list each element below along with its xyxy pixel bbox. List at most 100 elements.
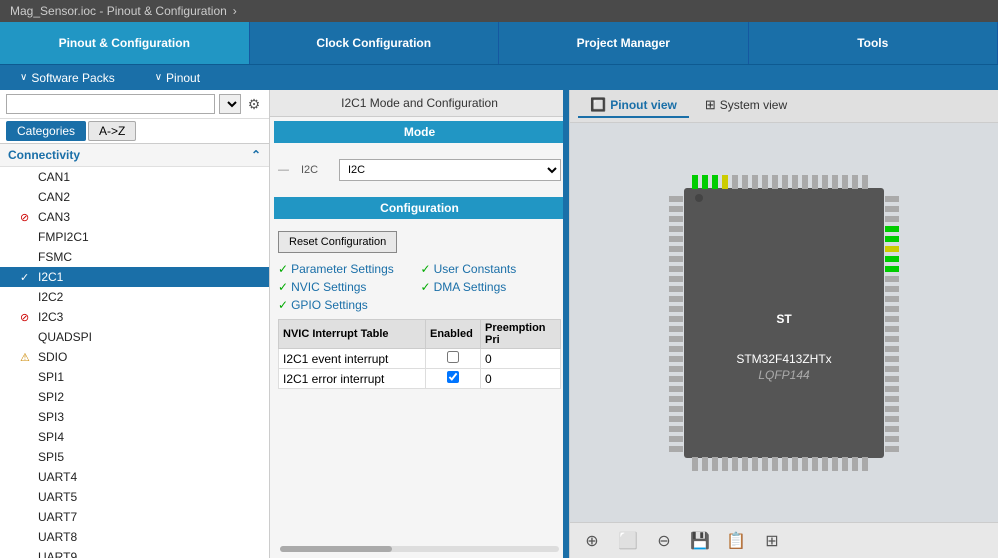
search-dropdown[interactable] [219, 94, 241, 114]
pinout-view-icon: 🔲 [590, 97, 606, 113]
sidebar-item-sdio[interactable]: ⚠SDIO [0, 347, 269, 367]
reset-config-button[interactable]: Reset Configuration [278, 231, 397, 253]
sidebar-item-uart8[interactable]: UART8 [0, 527, 269, 547]
sidebar-item-label: QUADSPI [38, 330, 92, 344]
sidebar-list: CAN1CAN2⊘CAN3FMPI2C1FSMC✓I2C1I2C2⊘I2C3QU… [0, 167, 269, 558]
sidebar-item-label: SPI4 [38, 430, 64, 444]
pinout-nav[interactable]: ∨ Pinout [135, 69, 220, 87]
check-circle-icon: ✓ [421, 262, 431, 276]
sidebar-item-label: I2C3 [38, 310, 63, 324]
sidebar-item-spi2[interactable]: SPI2 [0, 387, 269, 407]
tab-a-z[interactable]: A->Z [88, 121, 136, 141]
sidebar: ⚙ Categories A->Z Connectivity ⌃ CAN1CAN… [0, 90, 270, 558]
no-entry-icon: ⊘ [20, 211, 34, 224]
svg-text:LQFP144: LQFP144 [758, 368, 810, 382]
tab-pinout-config[interactable]: Pinout & Configuration [0, 22, 250, 64]
sidebar-item-i2c1[interactable]: ✓I2C1 [0, 267, 269, 287]
sidebar-item-uart7[interactable]: UART7 [0, 507, 269, 527]
check-circle-icon: ✓ [421, 280, 431, 294]
nvic-col-name: NVIC Interrupt Table [279, 320, 426, 349]
sidebar-item-label: UART5 [38, 490, 77, 504]
config-tab-parameter-settings[interactable]: ✓Parameter Settings [278, 261, 419, 277]
collapse-icon[interactable]: ⌃ [251, 148, 261, 162]
tab-tools[interactable]: Tools [749, 22, 998, 64]
sidebar-item-can2[interactable]: CAN2 [0, 187, 269, 207]
sidebar-item-spi5[interactable]: SPI5 [0, 447, 269, 467]
config-tab-dma-settings[interactable]: ✓DMA Settings [421, 279, 562, 295]
mode-section-bar: Mode [274, 121, 565, 143]
chip-area: ST STM32F413ZHTx LQFP144 [570, 123, 998, 522]
sidebar-item-label: FSMC [38, 250, 72, 264]
sidebar-item-label: UART9 [38, 550, 77, 558]
tab-system-view[interactable]: ⊞ System view [693, 94, 799, 118]
sidebar-item-label: SPI5 [38, 450, 64, 464]
config-section-bar: Configuration [274, 197, 565, 219]
sidebar-item-label: I2C2 [38, 290, 63, 304]
sidebar-item-spi1[interactable]: SPI1 [0, 367, 269, 387]
table-row: I2C1 event interrupt 0 [279, 349, 561, 369]
tab-project-manager[interactable]: Project Manager [499, 22, 749, 64]
mode-select[interactable]: I2C SMBus Alert Disabled [339, 159, 561, 181]
zoom-out-button[interactable]: ⊖ [650, 527, 678, 555]
chip-svg: ST STM32F413ZHTx LQFP144 [629, 153, 939, 493]
frame-button[interactable]: ⬜ [614, 527, 642, 555]
sidebar-item-spi3[interactable]: SPI3 [0, 407, 269, 427]
config-tab-label: User Constants [434, 262, 517, 276]
title-bar: Mag_Sensor.ioc - Pinout & Configuration … [0, 0, 998, 22]
sidebar-item-i2c3[interactable]: ⊘I2C3 [0, 307, 269, 327]
bottom-toolbar: ⊕ ⬜ ⊖ 💾 📋 ⊞ [570, 522, 998, 558]
copy-button[interactable]: 📋 [722, 527, 750, 555]
sidebar-item-quadspi[interactable]: QUADSPI [0, 327, 269, 347]
nvic-table: NVIC Interrupt Table Enabled Preemption … [278, 319, 561, 389]
sidebar-item-can1[interactable]: CAN1 [0, 167, 269, 187]
main-layout: ⚙ Categories A->Z Connectivity ⌃ CAN1CAN… [0, 90, 998, 558]
sidebar-item-uart9[interactable]: UART9 [0, 547, 269, 558]
zoom-in-button[interactable]: ⊕ [578, 527, 606, 555]
sidebar-item-label: UART7 [38, 510, 77, 524]
check-circle-icon: ✓ [278, 262, 288, 276]
nvic-row-enabled [426, 349, 481, 369]
layout-button[interactable]: ⊞ [758, 527, 786, 555]
config-section: Reset Configuration ✓Parameter Settings✓… [270, 223, 569, 393]
sidebar-scrollbar[interactable] [563, 90, 569, 558]
nvic-checkbox-1[interactable] [447, 371, 459, 383]
svg-text:ST: ST [776, 312, 792, 326]
sidebar-item-fsmc[interactable]: FSMC [0, 247, 269, 267]
sidebar-item-label: FMPI2C1 [38, 230, 89, 244]
config-tab-gpio-settings[interactable]: ✓GPIO Settings [278, 297, 419, 313]
table-row: I2C1 error interrupt 0 [279, 369, 561, 389]
sidebar-item-spi4[interactable]: SPI4 [0, 427, 269, 447]
search-input[interactable] [6, 94, 215, 114]
nvic-col-enabled: Enabled [426, 320, 481, 349]
sidebar-item-uart4[interactable]: UART4 [0, 467, 269, 487]
sidebar-item-label: SPI2 [38, 390, 64, 404]
tab-categories[interactable]: Categories [6, 121, 86, 141]
software-packs-nav[interactable]: ∨ Software Packs [0, 69, 135, 87]
sidebar-item-uart5[interactable]: UART5 [0, 487, 269, 507]
nvic-row-preemption: 0 [481, 369, 561, 389]
save-button[interactable]: 💾 [686, 527, 714, 555]
nvic-row-name: I2C1 error interrupt [279, 369, 426, 389]
tab-pinout-view[interactable]: 🔲 Pinout view [578, 94, 689, 118]
sidebar-item-fmpi2c1[interactable]: FMPI2C1 [0, 227, 269, 247]
nvic-row-name: I2C1 event interrupt [279, 349, 426, 369]
svg-text:STM32F413ZHTx: STM32F413ZHTx [736, 352, 831, 366]
scroll-indicator [280, 546, 559, 552]
panel-title: I2C1 Mode and Configuration [270, 90, 569, 117]
config-tab-label: NVIC Settings [291, 280, 366, 294]
config-tab-nvic-settings[interactable]: ✓NVIC Settings [278, 279, 419, 295]
sidebar-item-label: UART4 [38, 470, 77, 484]
sidebar-item-label: UART8 [38, 530, 77, 544]
sidebar-item-can3[interactable]: ⊘CAN3 [0, 207, 269, 227]
tab-clock-config[interactable]: Clock Configuration [250, 22, 500, 64]
pinout-tabs: 🔲 Pinout view ⊞ System view [570, 90, 998, 123]
config-tab-user-constants[interactable]: ✓User Constants [421, 261, 562, 277]
category-header: Connectivity ⌃ [0, 144, 269, 167]
gear-button[interactable]: ⚙ [245, 95, 263, 113]
nvic-checkbox-0[interactable] [447, 351, 459, 363]
mode-section: — I2C I2C SMBus Alert Disabled [270, 147, 569, 193]
sidebar-search-bar: ⚙ [0, 90, 269, 119]
config-tab-label: DMA Settings [434, 280, 507, 294]
sidebar-item-label: SDIO [38, 350, 67, 364]
sidebar-item-i2c2[interactable]: I2C2 [0, 287, 269, 307]
